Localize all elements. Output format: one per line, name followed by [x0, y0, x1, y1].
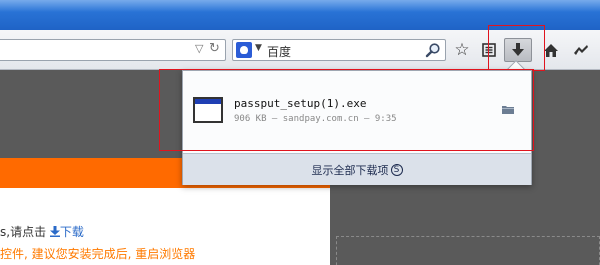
show-all-downloads-button[interactable]: 显示全部下载项 S — [183, 153, 531, 185]
url-bar[interactable]: ▽ ↻ — [0, 39, 226, 61]
show-all-downloads-label: 显示全部下载项 — [311, 163, 389, 177]
restart-browser-notice: 控件, 建议您安装完成后, 重启浏览器 — [0, 247, 196, 261]
dashed-placeholder — [336, 236, 600, 265]
search-engine-placeholder: 百度 — [267, 45, 292, 59]
url-history-dropdown-icon[interactable]: ▽ — [195, 42, 203, 55]
addon-icon[interactable] — [570, 39, 592, 61]
star-icon[interactable]: ☆ — [451, 39, 473, 61]
download-instruction: s,请点击 下载 — [0, 225, 84, 239]
download-link-text: 下载 — [59, 225, 84, 239]
reload-icon[interactable]: ↻ — [209, 41, 220, 56]
search-bar[interactable]: ▼ 百度 — [232, 39, 446, 61]
download-link-icon — [49, 226, 60, 237]
engine-dropdown-icon[interactable]: ▼ — [255, 43, 262, 53]
download-link[interactable]: 下载 — [49, 225, 84, 239]
download-item-highlight — [159, 69, 534, 151]
search-magnifier-icon[interactable] — [425, 42, 441, 58]
baidu-engine-icon[interactable] — [236, 42, 252, 58]
accesskey-hint: S — [390, 163, 403, 176]
